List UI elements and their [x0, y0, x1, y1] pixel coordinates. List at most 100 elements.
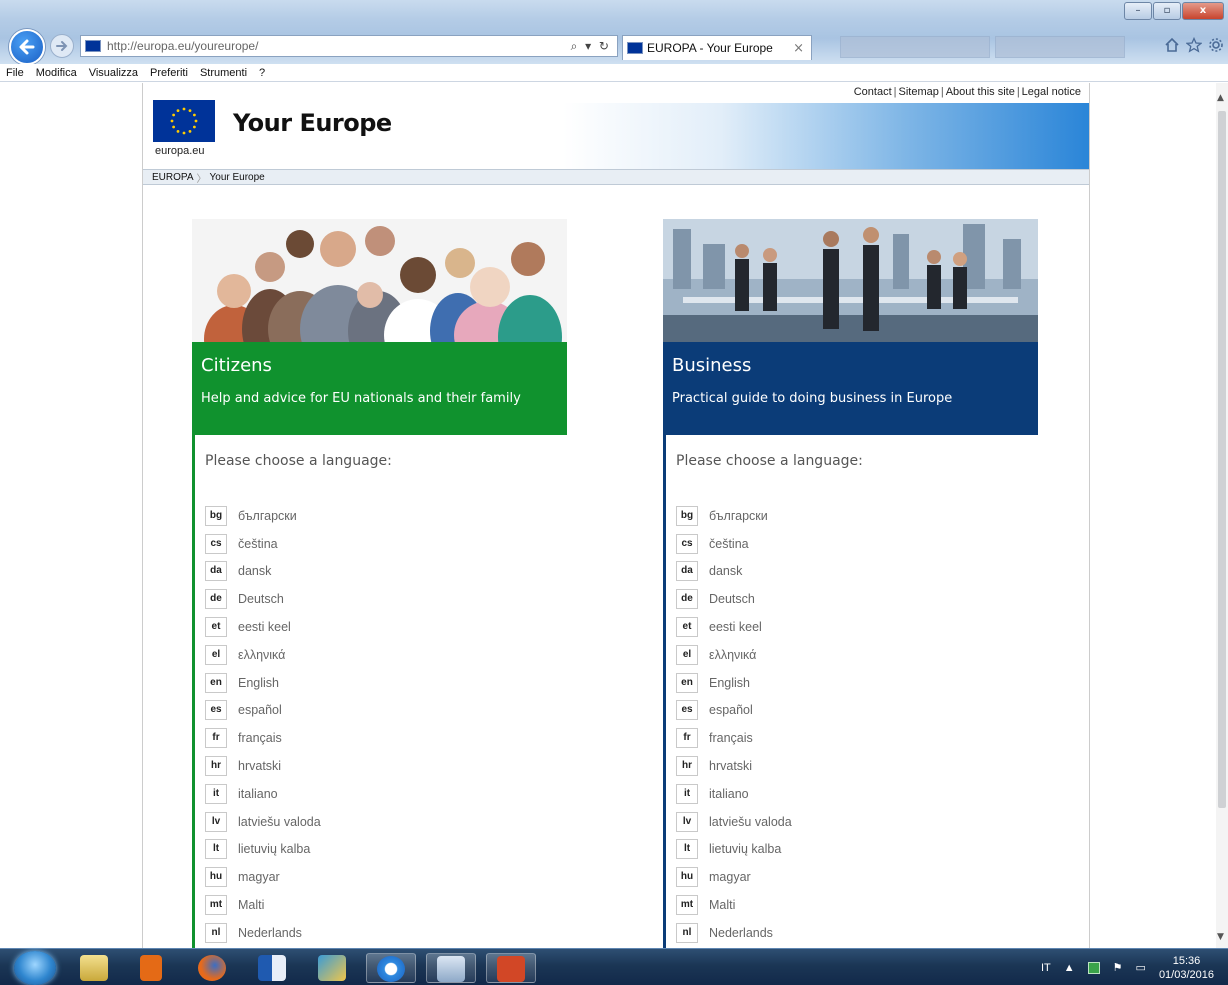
language-code[interactable]: lt — [676, 839, 698, 860]
language-code[interactable]: cs — [205, 533, 227, 554]
language-item-hu[interactable]: hu magyar — [676, 863, 1016, 891]
language-name[interactable]: lietuvių kalba — [238, 842, 310, 856]
language-name[interactable]: čeština — [709, 537, 749, 551]
language-item-nl[interactable]: nl Nederlands — [676, 919, 1016, 947]
language-item-en[interactable]: en English — [205, 669, 545, 697]
language-code[interactable]: hu — [676, 867, 698, 888]
menu-help[interactable]: ? — [253, 67, 271, 79]
start-button[interactable] — [14, 951, 56, 985]
language-code[interactable]: fr — [205, 728, 227, 749]
language-name[interactable]: latviešu valoda — [709, 815, 792, 829]
language-name[interactable]: Malti — [709, 898, 735, 912]
url-text[interactable]: http://europa.eu/youreurope/ — [107, 39, 571, 53]
language-code[interactable]: et — [676, 617, 698, 638]
language-code[interactable]: lt — [205, 839, 227, 860]
language-code[interactable]: nl — [205, 922, 227, 943]
background-tab[interactable] — [840, 36, 990, 58]
language-name[interactable]: hrvatski — [709, 759, 752, 773]
language-name[interactable]: ελληνικά — [709, 648, 756, 662]
internet-explorer-icon[interactable] — [366, 953, 416, 983]
language-item-lt[interactable]: lt lietuvių kalba — [205, 836, 545, 864]
menu-modifica[interactable]: Modifica — [30, 67, 83, 79]
language-code[interactable]: mt — [676, 895, 698, 916]
language-name[interactable]: dansk — [238, 564, 271, 578]
tab-your-europe[interactable]: EUROPA - Your Europe × — [622, 35, 812, 60]
sitemap-link[interactable]: Sitemap — [899, 86, 939, 98]
language-code[interactable]: en — [205, 672, 227, 693]
flag-icon[interactable]: ⚑ — [1113, 961, 1123, 974]
close-window-button[interactable]: x — [1182, 2, 1224, 20]
language-code[interactable]: nl — [676, 922, 698, 943]
language-name[interactable]: English — [709, 676, 750, 690]
language-item-fr[interactable]: fr français — [676, 724, 1016, 752]
language-name[interactable]: English — [238, 676, 279, 690]
language-item-et[interactable]: et eesti keel — [205, 613, 545, 641]
menu-preferiti[interactable]: Preferiti — [144, 67, 194, 79]
language-name[interactable]: français — [709, 731, 753, 745]
language-name[interactable]: italiano — [709, 787, 749, 801]
menu-strumenti[interactable]: Strumenti — [194, 67, 253, 79]
language-item-cs[interactable]: cs čeština — [205, 530, 545, 558]
language-code[interactable]: de — [676, 589, 698, 610]
language-code[interactable]: en — [676, 672, 698, 693]
breadcrumb-europa[interactable]: EUROPA — [152, 172, 194, 183]
language-item-el[interactable]: el ελληνικά — [676, 641, 1016, 669]
outlook-icon[interactable] — [248, 953, 298, 983]
business-band[interactable]: Business Practical guide to doing busine… — [663, 342, 1038, 435]
language-name[interactable]: hrvatski — [238, 759, 281, 773]
business-photo[interactable] — [663, 219, 1038, 343]
language-item-da[interactable]: da dansk — [205, 558, 545, 586]
language-code[interactable]: lv — [205, 811, 227, 832]
address-tools[interactable]: ⌕ ▾ ↻ — [571, 39, 611, 54]
minimize-button[interactable]: – — [1124, 2, 1152, 20]
language-code[interactable]: hu — [205, 867, 227, 888]
language-item-et[interactable]: et eesti keel — [676, 613, 1016, 641]
citizens-band[interactable]: Citizens Help and advice for EU national… — [192, 342, 567, 435]
scroll-down-icon[interactable]: ▼ — [1217, 932, 1224, 942]
citizens-title[interactable]: Citizens — [201, 355, 272, 376]
language-name[interactable]: български — [709, 509, 768, 523]
language-code[interactable]: it — [205, 783, 227, 804]
language-code[interactable]: da — [676, 561, 698, 582]
language-code[interactable]: lv — [676, 811, 698, 832]
language-item-fr[interactable]: fr français — [205, 724, 545, 752]
language-name[interactable]: eesti keel — [238, 620, 291, 634]
language-name[interactable]: magyar — [238, 870, 280, 884]
language-name[interactable]: Deutsch — [238, 592, 284, 606]
about-link[interactable]: About this site — [946, 86, 1015, 98]
language-code[interactable]: da — [205, 561, 227, 582]
language-name[interactable]: Malti — [238, 898, 264, 912]
forward-button[interactable] — [50, 34, 74, 58]
language-name[interactable]: eesti keel — [709, 620, 762, 634]
language-code[interactable]: mt — [205, 895, 227, 916]
language-name[interactable]: magyar — [709, 870, 751, 884]
powerpoint-icon[interactable] — [486, 953, 536, 983]
background-tab[interactable] — [995, 36, 1125, 58]
menu-file[interactable]: File — [0, 67, 30, 79]
language-code[interactable]: el — [676, 644, 698, 665]
maximize-button[interactable]: ▫ — [1153, 2, 1181, 20]
language-code[interactable]: et — [205, 617, 227, 638]
language-name[interactable]: latviešu valoda — [238, 815, 321, 829]
network-icon[interactable] — [1087, 961, 1100, 974]
language-name[interactable]: italiano — [238, 787, 278, 801]
business-title[interactable]: Business — [672, 355, 751, 376]
language-name[interactable]: lietuvių kalba — [709, 842, 781, 856]
language-item-en[interactable]: en English — [676, 669, 1016, 697]
language-item-lv[interactable]: lv latviešu valoda — [205, 808, 545, 836]
language-item-mt[interactable]: mt Malti — [676, 891, 1016, 919]
language-code[interactable]: cs — [676, 533, 698, 554]
legal-notice-link[interactable]: Legal notice — [1022, 86, 1081, 98]
language-item-da[interactable]: da dansk — [676, 558, 1016, 586]
vertical-scrollbar[interactable]: ▲ ▼ — [1216, 83, 1228, 948]
language-name[interactable]: ελληνικά — [238, 648, 285, 662]
language-code[interactable]: hr — [205, 756, 227, 777]
language-code[interactable]: de — [205, 589, 227, 610]
language-indicator[interactable]: IT — [1041, 962, 1051, 974]
language-name[interactable]: español — [709, 703, 753, 717]
back-button[interactable] — [9, 29, 45, 65]
language-item-es[interactable]: es español — [676, 697, 1016, 725]
eu-flag-logo[interactable] — [153, 100, 215, 142]
language-name[interactable]: français — [238, 731, 282, 745]
firefox-icon[interactable] — [188, 953, 238, 983]
